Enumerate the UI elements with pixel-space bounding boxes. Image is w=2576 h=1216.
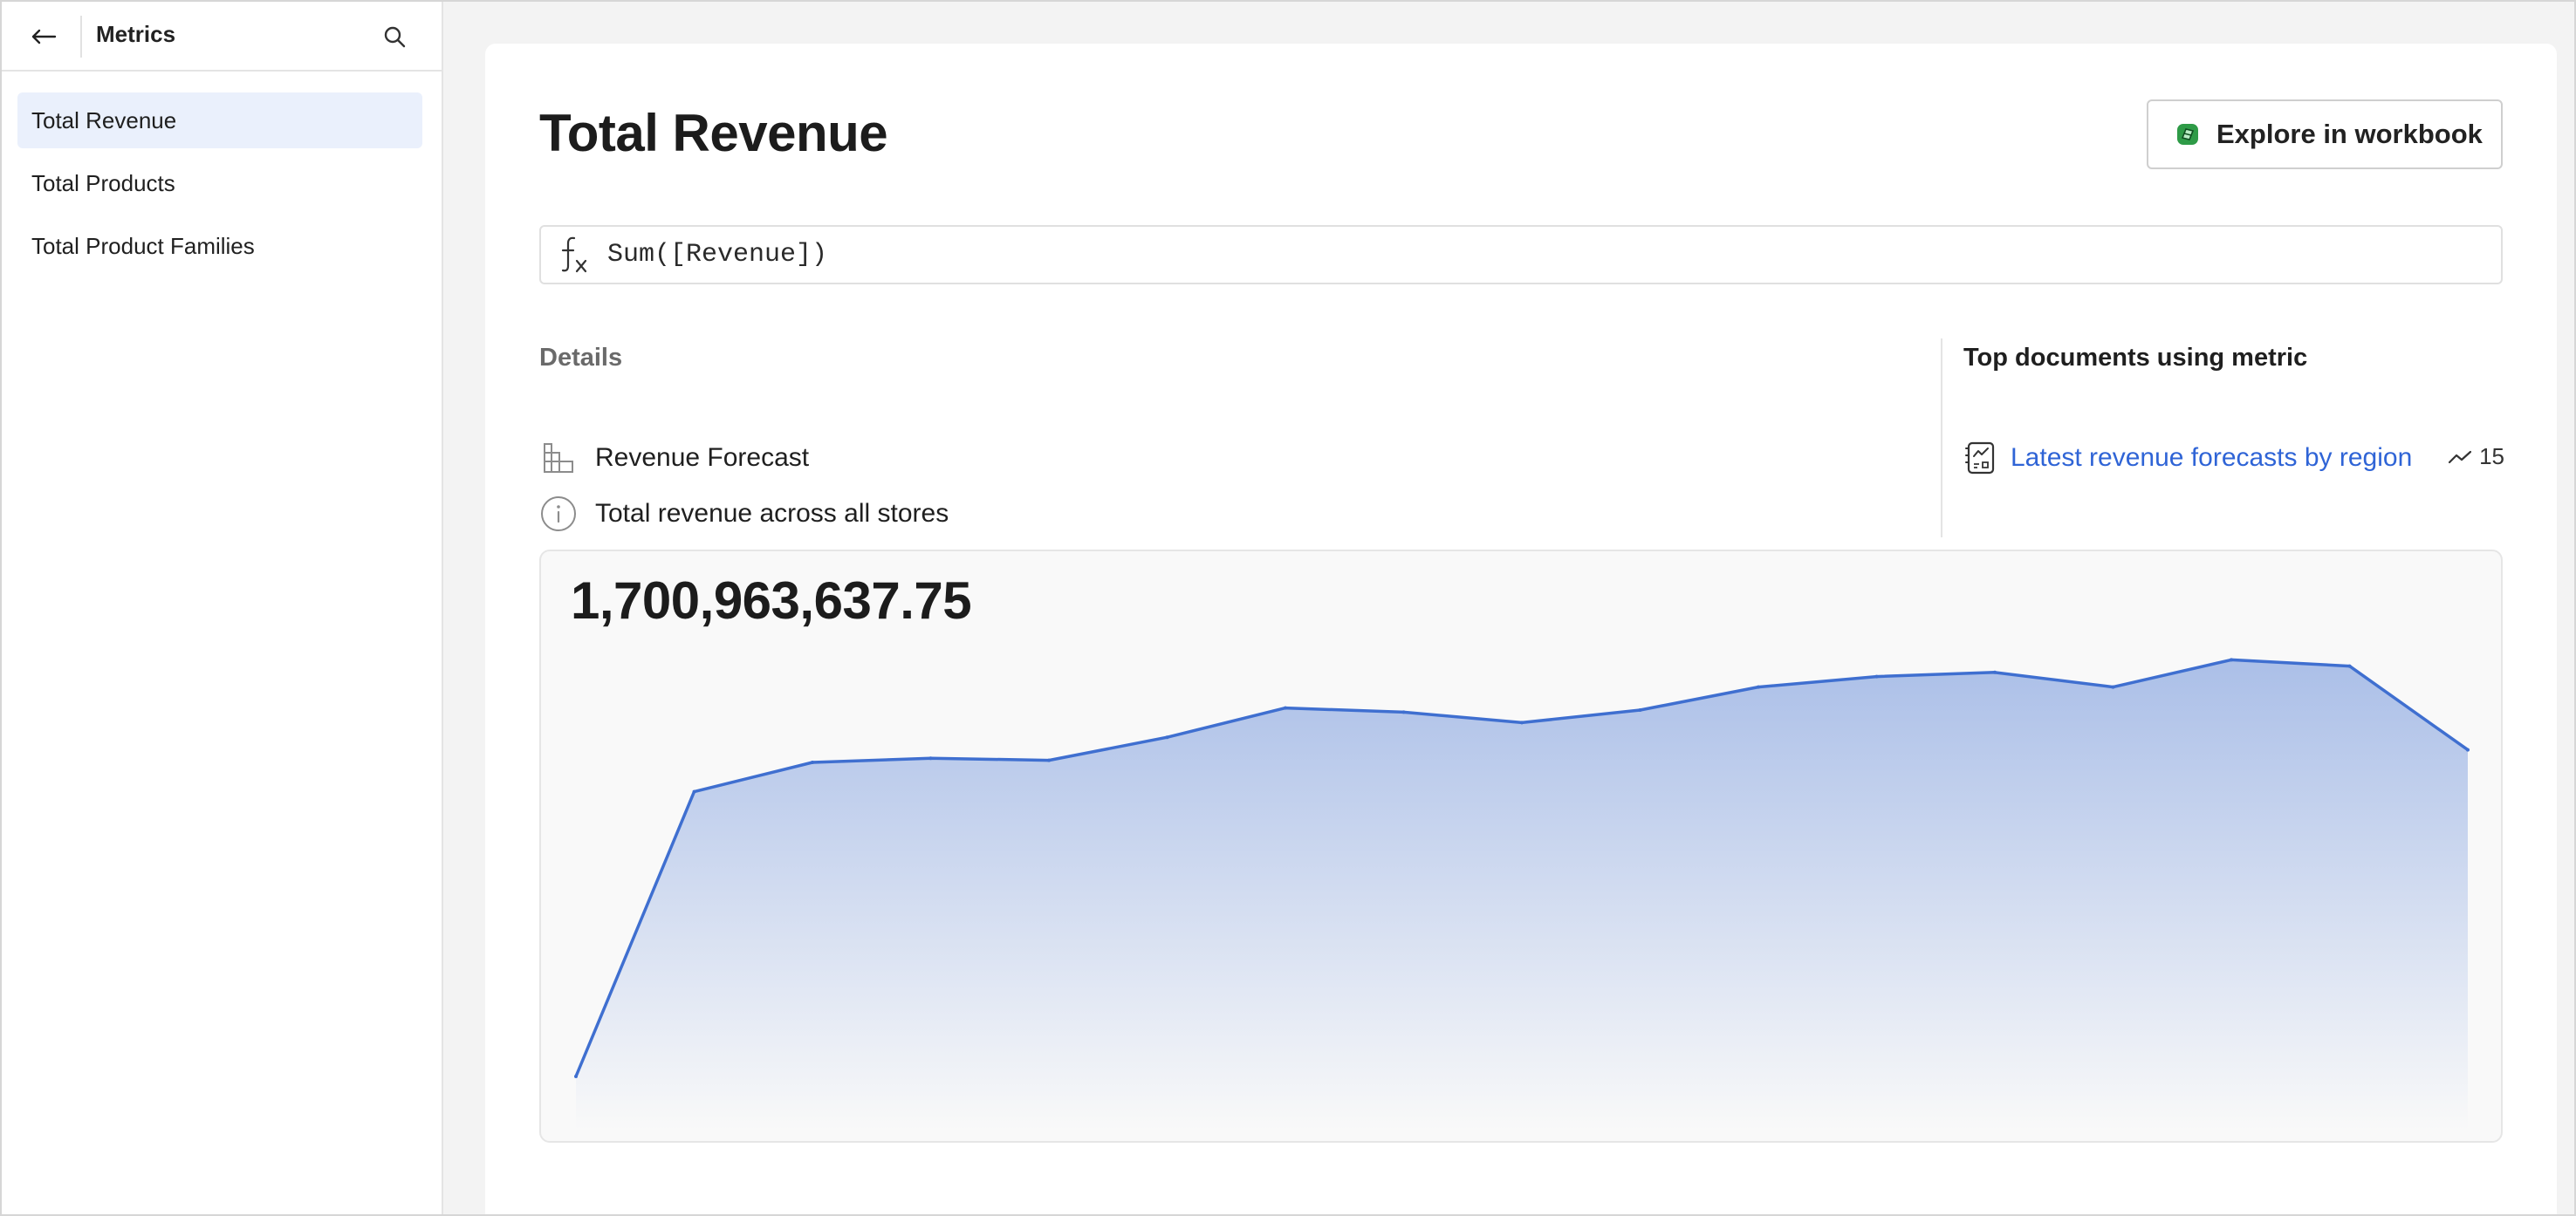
data-point-15 <box>2347 664 2352 668</box>
table-icon <box>544 443 573 473</box>
info-icon <box>541 496 576 531</box>
data-point-8 <box>1520 721 1524 725</box>
arrow-left-icon <box>31 29 57 44</box>
data-point-6 <box>1284 706 1287 710</box>
sidebar-header: Metrics <box>2 2 442 72</box>
sidebar-title: Metrics <box>96 21 176 47</box>
top-document-link[interactable]: Latest revenue forecasts by region <box>2011 443 2412 473</box>
search-button[interactable] <box>372 16 417 58</box>
data-point-9 <box>1638 708 1642 712</box>
data-point-5 <box>1165 735 1169 740</box>
metric-item-label: Total Product Families <box>31 233 255 259</box>
detail-source-row: Revenue Forecast <box>539 438 809 478</box>
metric-list: Total Revenue Total Products Total Produ… <box>17 92 422 281</box>
metric-item-label: Total Revenue <box>31 107 177 133</box>
metric-chart-panel: 1,700,963,637.75 <box>539 550 2503 1143</box>
detail-description: Total revenue across all stores <box>595 499 949 528</box>
data-point-1 <box>692 789 696 794</box>
data-point-7 <box>1401 710 1406 714</box>
metric-item-label: Total Products <box>31 170 175 196</box>
metric-item-total-products[interactable]: Total Products <box>17 155 422 211</box>
details-heading: Details <box>539 344 623 372</box>
data-point-14 <box>2230 658 2233 662</box>
page-title: Total Revenue <box>539 104 888 162</box>
formula-text: Sum([Revenue]) <box>607 240 828 270</box>
metric-detail-card: Total Revenue Explore in workbook Sum([R… <box>485 44 2557 1214</box>
document-chart-icon <box>1965 441 1995 475</box>
detail-source: Revenue Forecast <box>595 443 810 472</box>
metric-item-total-product-families[interactable]: Total Product Families <box>17 218 422 274</box>
data-point-11 <box>1874 674 1879 679</box>
data-point-2 <box>811 761 814 764</box>
document-usage-count: 15 <box>2448 443 2504 470</box>
app-window: Metrics Total Revenue Total Products Tot… <box>0 0 2576 1216</box>
function-icon <box>552 227 600 283</box>
data-point-0 <box>574 1075 578 1078</box>
metric-item-total-revenue[interactable]: Total Revenue <box>17 92 422 148</box>
data-point-10 <box>1757 685 1760 689</box>
revenue-area-fill <box>576 659 2468 1131</box>
usage-count-value: 15 <box>2479 443 2504 469</box>
data-point-13 <box>2111 685 2115 689</box>
back-button[interactable] <box>21 16 66 58</box>
metrics-sidebar: Metrics Total Revenue Total Products Tot… <box>2 2 443 1214</box>
workbook-icon <box>2177 124 2198 145</box>
data-point-16 <box>2466 748 2470 752</box>
revenue-trend-chart <box>574 658 2470 1131</box>
data-point-12 <box>1993 670 1997 674</box>
top-documents-heading: Top documents using metric <box>1963 344 2308 372</box>
explore-button-label: Explore in workbook <box>2216 119 2483 149</box>
top-document-row: Latest revenue forecasts by region 15 <box>1963 438 2504 478</box>
data-point-3 <box>928 756 933 761</box>
search-icon <box>384 26 406 48</box>
trend-icon <box>2448 450 2472 463</box>
data-point-4 <box>1047 758 1051 762</box>
formula-box: Sum([Revenue]) <box>539 225 2503 284</box>
explore-in-workbook-button[interactable]: Explore in workbook <box>2147 99 2503 169</box>
details-divider <box>1941 338 1942 537</box>
detail-description-row: Total revenue across all stores <box>539 494 949 534</box>
header-divider <box>80 16 82 58</box>
